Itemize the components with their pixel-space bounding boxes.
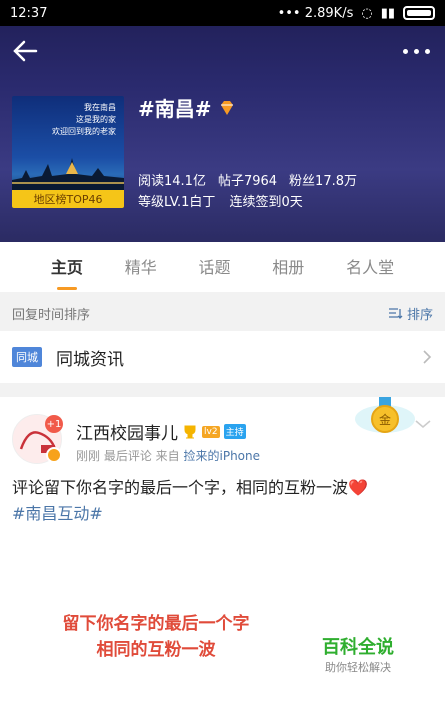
post-count: 帖子7964 xyxy=(217,174,278,189)
city-tag: 同城 xyxy=(12,347,42,367)
author-name[interactable]: 江西校园事儿 xyxy=(76,419,178,444)
status-bar: 12:37 ••• 2.89K/s ◌ ▮▮ xyxy=(0,0,445,26)
signal-icon: ▮▮ xyxy=(380,5,395,21)
post-meta: 刚刚 最后评论 来自 捡来的iPhone xyxy=(76,447,260,464)
city-skyline-image xyxy=(12,158,124,190)
back-button[interactable] xyxy=(10,36,40,66)
sort-label: 回复时间排序 xyxy=(12,307,91,323)
back-arrow-icon xyxy=(13,40,38,62)
tab-hall-of-fame[interactable]: 名人堂 xyxy=(346,254,394,280)
brand-watermark: 百科全说 助你轻松解决 xyxy=(322,633,394,675)
post-time: 刚刚 最后评论 xyxy=(76,449,152,463)
level-text: 等级LV.1白丁 xyxy=(138,195,216,210)
host-badge: 主持 xyxy=(223,424,246,439)
cover-line: 这是我的家 xyxy=(76,115,116,124)
chevron-right-icon xyxy=(423,350,432,364)
gold-medal-icon: 金 xyxy=(355,397,415,433)
verified-icon xyxy=(46,447,62,463)
sort-bar: 回复时间排序 排序 xyxy=(0,298,445,328)
post-source[interactable]: 捡来的iPhone xyxy=(184,449,261,463)
sort-icon xyxy=(388,308,403,319)
post-from: 来自 xyxy=(155,449,180,463)
topic-cover[interactable]: 我在南昌 这是我的家 欢迎回到我的老家 地区榜TOP46 xyxy=(12,96,124,208)
read-count: 阅读14.1亿 xyxy=(138,174,206,189)
tab-topics[interactable]: 话题 xyxy=(198,254,230,280)
topic-level: 等级LV.1白丁 连续签到0天 xyxy=(138,191,303,210)
network-speed: ••• 2.89K/s xyxy=(277,5,354,21)
status-indicators: ••• 2.89K/s ◌ ▮▮ xyxy=(278,6,435,21)
more-button[interactable] xyxy=(401,38,431,64)
topic-title-text: #南昌# xyxy=(138,97,212,121)
more-dot-icon xyxy=(413,48,419,54)
city-news-row[interactable]: 同城 同城资讯 xyxy=(0,331,445,383)
brand-subtitle: 助你轻松解决 xyxy=(325,661,391,674)
sort-button[interactable]: 排序 xyxy=(388,304,433,323)
author-line: 江西校园事儿 lv2 主持 xyxy=(76,419,246,444)
battery-icon xyxy=(403,6,435,20)
level-badge: lv2 xyxy=(202,425,220,438)
rank-label[interactable]: 地区榜TOP46 xyxy=(12,190,124,208)
topic-stats: 阅读14.1亿 帖子7964 粉丝17.8万 xyxy=(138,170,357,189)
chevron-down-icon[interactable] xyxy=(413,417,433,431)
diamond-icon xyxy=(220,100,233,115)
tab-album[interactable]: 相册 xyxy=(272,254,304,280)
more-dot-icon xyxy=(402,48,408,54)
image-caption-line: 相同的互粉一波 xyxy=(96,640,216,660)
post-card[interactable]: +1 江西校园事儿 lv2 主持 刚刚 最后评论 来自 捡来的iPhone 金 … xyxy=(0,397,445,703)
topic-header: 12:37 ••• 2.89K/s ◌ ▮▮ 我在南昌 这是我的家 欢迎回到我的… xyxy=(0,0,445,242)
cover-line: 欢迎回到我的老家 xyxy=(52,127,116,136)
fan-count: 粉丝17.8万 xyxy=(289,174,357,189)
tab-bar: 主页 精华 话题 相册 名人堂 xyxy=(0,242,445,292)
post-text: 评论留下你名字的最后一个字，相同的互粉一波❤️ xyxy=(12,478,368,497)
wifi-icon: ◌ xyxy=(361,5,373,21)
tab-home[interactable]: 主页 xyxy=(51,254,83,280)
medal-label: 金 xyxy=(379,412,391,427)
checkin-text: 连续签到0天 xyxy=(229,195,303,210)
image-caption-line: 留下你名字的最后一个字 xyxy=(62,614,250,634)
post-body: 评论留下你名字的最后一个字，相同的互粉一波❤️ #南昌互动# xyxy=(12,475,432,527)
tab-essence[interactable]: 精华 xyxy=(125,254,157,280)
status-time: 12:37 xyxy=(10,5,48,21)
topic-title: #南昌# xyxy=(138,93,236,122)
city-news-title: 同城资讯 xyxy=(56,349,124,370)
brand-title: 百科全说 xyxy=(322,637,394,658)
post-hashtag[interactable]: #南昌互动# xyxy=(12,501,432,527)
cover-caption: 我在南昌 这是我的家 欢迎回到我的老家 xyxy=(52,102,116,138)
trophy-icon xyxy=(184,425,196,438)
more-dot-icon xyxy=(424,48,430,54)
avatar-plus-badge: +1 xyxy=(45,415,63,433)
cover-line: 我在南昌 xyxy=(84,103,116,112)
sort-button-label: 排序 xyxy=(406,307,433,323)
post-image-caption: 留下你名字的最后一个字 相同的互粉一波 xyxy=(46,611,266,663)
